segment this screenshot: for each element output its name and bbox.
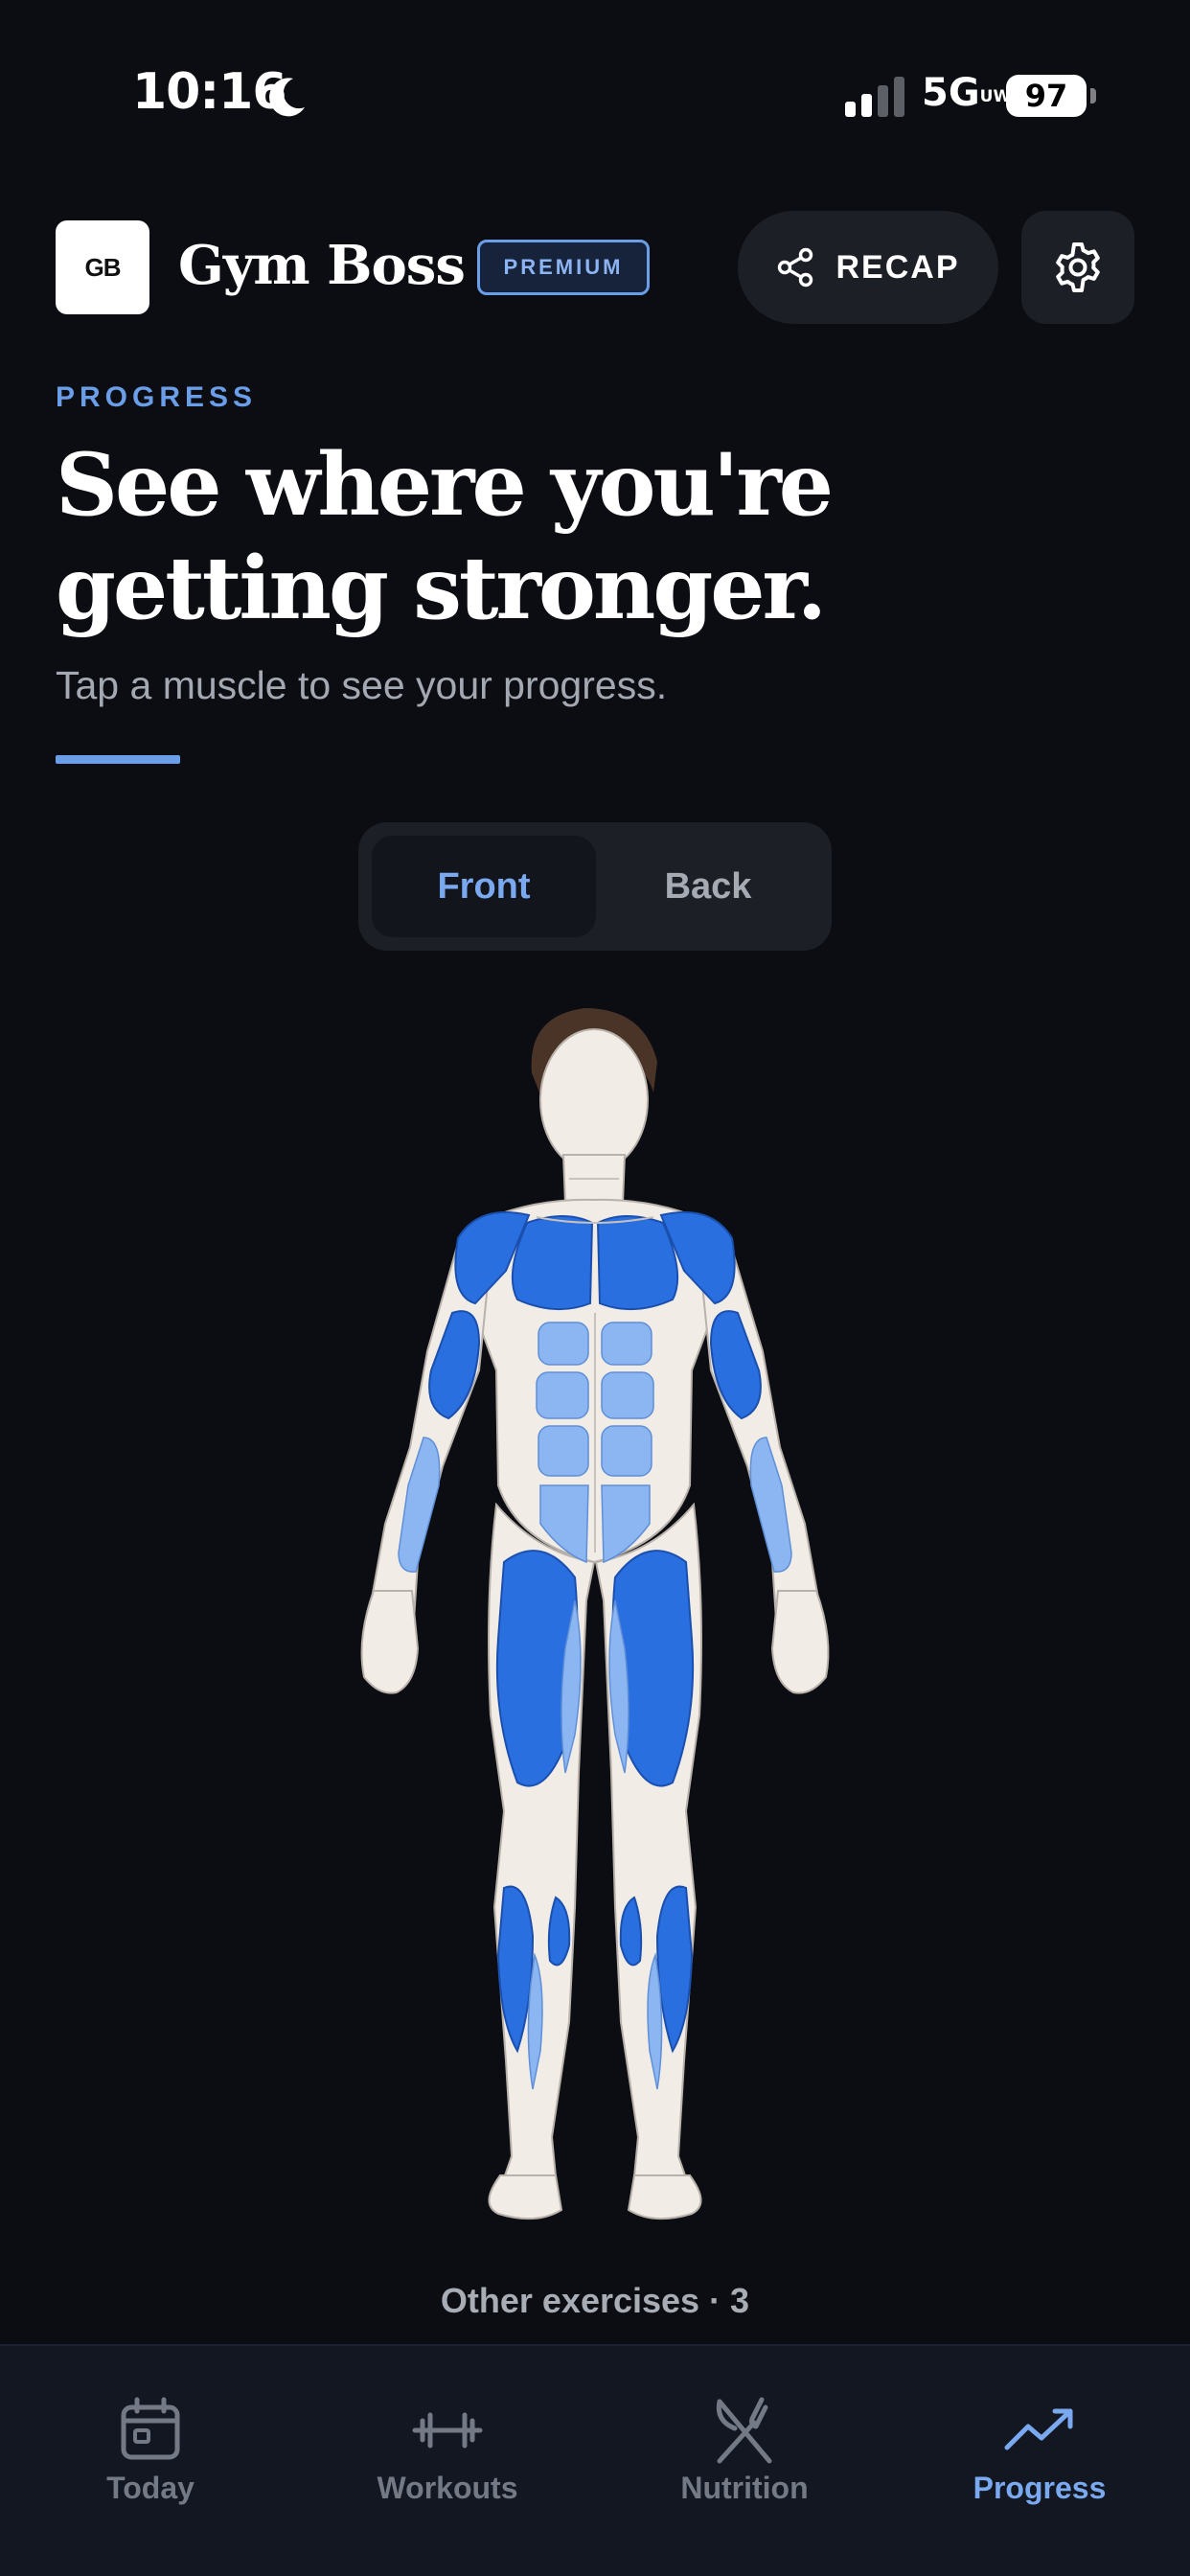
network-type: 5GUW bbox=[922, 71, 1012, 115]
tab-nutrition[interactable]: Nutrition bbox=[596, 2346, 893, 2576]
bottom-tab-bar: Today Workouts Nutrition Progress bbox=[0, 2344, 1190, 2576]
settings-button[interactable] bbox=[1021, 211, 1134, 324]
dumbbell-icon bbox=[412, 2412, 483, 2449]
share-icon bbox=[778, 247, 813, 288]
premium-badge: PREMIUM bbox=[477, 240, 650, 295]
tab-today[interactable]: Today bbox=[2, 2346, 299, 2576]
gear-icon bbox=[1056, 242, 1100, 292]
battery-level: 97 bbox=[1006, 75, 1087, 117]
network-suffix: UW bbox=[979, 87, 1012, 106]
right-forearm bbox=[749, 1437, 792, 1573]
left-hand bbox=[360, 1590, 420, 1694]
fork-knife-icon bbox=[716, 2397, 772, 2464]
other-exercises-link[interactable]: Other exercises · 3 bbox=[0, 2281, 1190, 2321]
section-eyebrow: PROGRESS bbox=[56, 381, 258, 413]
tab-workouts[interactable]: Workouts bbox=[299, 2346, 596, 2576]
tab-label: Nutrition bbox=[680, 2471, 809, 2505]
right-pec bbox=[596, 1215, 679, 1311]
moon-icon bbox=[269, 78, 305, 117]
calendar-icon bbox=[121, 2397, 180, 2460]
recap-button[interactable]: RECAP bbox=[738, 211, 998, 324]
left-pec bbox=[511, 1215, 594, 1311]
toggle-back[interactable]: Back bbox=[598, 836, 818, 937]
head bbox=[539, 1028, 649, 1172]
right-hand bbox=[770, 1590, 830, 1694]
page-title: See where you're getting stronger. bbox=[56, 434, 834, 639]
body-muscle-map: .skin { fill: #f1ece6; stroke: #b9b2ab; … bbox=[360, 1008, 830, 2220]
status-time: 10:16 bbox=[132, 63, 287, 121]
tab-label: Progress bbox=[973, 2471, 1107, 2505]
page-subtitle: Tap a muscle to see your progress. bbox=[56, 663, 668, 707]
view-toggle: Front Back bbox=[358, 822, 832, 951]
app-logo: GB bbox=[56, 220, 149, 314]
toggle-front[interactable]: Front bbox=[372, 836, 596, 937]
status-bar: 10:16 5GUW 97 bbox=[0, 0, 1190, 192]
tab-label: Today bbox=[106, 2471, 195, 2505]
tab-label: Workouts bbox=[377, 2471, 518, 2505]
app-name: Gym Boss bbox=[178, 234, 466, 297]
right-foot bbox=[627, 2174, 702, 2220]
left-foot bbox=[488, 2174, 563, 2220]
trend-up-icon bbox=[1004, 2408, 1073, 2450]
recap-label: RECAP bbox=[835, 248, 960, 286]
accent-divider bbox=[56, 755, 180, 764]
tab-progress[interactable]: Progress bbox=[891, 2346, 1188, 2576]
battery-tip bbox=[1090, 88, 1096, 104]
signal-icon bbox=[845, 77, 904, 117]
left-forearm bbox=[398, 1437, 441, 1573]
